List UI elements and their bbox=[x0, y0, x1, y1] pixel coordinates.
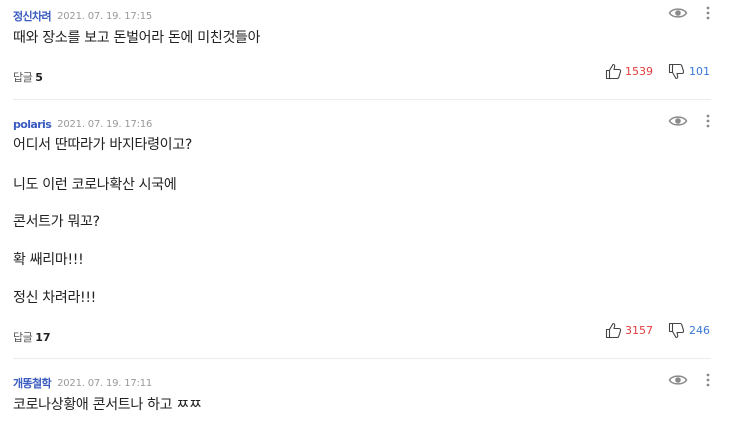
comment-body-line: 콘서트가 뭐꼬? bbox=[13, 214, 100, 230]
comment-date: 2021. 07. 19. 17:11 bbox=[57, 377, 153, 389]
comment-body-line: 확 쌔리마!!! bbox=[13, 252, 84, 268]
thumbs-up-icon bbox=[605, 322, 622, 339]
dislike-count: 101 bbox=[689, 65, 710, 78]
like-count: 3157 bbox=[625, 324, 653, 337]
like-count: 1539 bbox=[625, 65, 653, 78]
more-vertical-icon[interactable] bbox=[706, 373, 710, 387]
thumbs-down-icon bbox=[668, 322, 685, 339]
comment-item: polaris 2021. 07. 19. 17:16 어디서 딴따라가 바지타… bbox=[0, 114, 731, 346]
comment-header: 개똥철학 2021. 07. 19. 17:11 bbox=[13, 375, 152, 391]
comment-actions bbox=[668, 373, 710, 387]
comment-body-line: 니도 이런 코로나확산 시국에 bbox=[13, 177, 177, 193]
more-vertical-icon[interactable] bbox=[706, 6, 710, 20]
comment-actions bbox=[668, 6, 710, 20]
like-button[interactable]: 1539 bbox=[605, 63, 653, 80]
comment-header: polaris 2021. 07. 19. 17:16 bbox=[13, 116, 152, 132]
more-vertical-icon[interactable] bbox=[706, 114, 710, 128]
eye-icon[interactable] bbox=[668, 373, 688, 387]
comment-actions bbox=[668, 114, 710, 128]
reply-label: 답글 bbox=[13, 331, 33, 344]
thumbs-down-icon bbox=[668, 63, 685, 80]
comment-body-line: 때와 장소를 보고 돈벌어라 돈에 미친것들아 bbox=[13, 30, 261, 46]
comment-item: 정신차려 2021. 07. 19. 17:15 때와 장소를 보고 돈벌어라 … bbox=[0, 6, 731, 93]
comment-body-line: 코로나상황애 콘서트나 하고 ㅉㅉ bbox=[13, 397, 202, 413]
comment-divider bbox=[13, 99, 711, 100]
comment-author[interactable]: 개똥철학 bbox=[13, 375, 52, 391]
comment-list: 정신차려 2021. 07. 19. 17:15 때와 장소를 보고 돈벌어라 … bbox=[0, 0, 731, 423]
comment-author[interactable]: 정신차려 bbox=[13, 8, 52, 24]
comment-body-line: 정신 차려라!!! bbox=[13, 290, 96, 306]
eye-icon[interactable] bbox=[668, 6, 688, 20]
comment-body-line: 어디서 딴따라가 바지타령이고? bbox=[13, 137, 192, 153]
comment-date: 2021. 07. 19. 17:16 bbox=[57, 118, 153, 130]
dislike-count: 246 bbox=[689, 324, 710, 337]
reply-count: 5 bbox=[35, 71, 43, 84]
reply-button[interactable]: 답글 5 bbox=[13, 69, 43, 85]
comment-author[interactable]: polaris bbox=[13, 118, 52, 131]
comment-header: 정신차려 2021. 07. 19. 17:15 bbox=[13, 8, 152, 24]
reply-count: 17 bbox=[35, 331, 51, 344]
comment-item: 개똥철학 2021. 07. 19. 17:11 코로나상황애 콘서트나 하고 … bbox=[0, 373, 731, 420]
reply-label: 답글 bbox=[13, 71, 33, 84]
eye-icon[interactable] bbox=[668, 114, 688, 128]
reply-button[interactable]: 답글 17 bbox=[13, 329, 51, 345]
comment-divider bbox=[13, 358, 711, 359]
thumbs-up-icon bbox=[605, 63, 622, 80]
like-button[interactable]: 3157 bbox=[605, 322, 653, 339]
vote-group: 3157 246 bbox=[605, 322, 710, 339]
comment-date: 2021. 07. 19. 17:15 bbox=[57, 10, 153, 22]
vote-group: 1539 101 bbox=[605, 63, 710, 80]
dislike-button[interactable]: 101 bbox=[668, 63, 710, 80]
dislike-button[interactable]: 246 bbox=[668, 322, 710, 339]
